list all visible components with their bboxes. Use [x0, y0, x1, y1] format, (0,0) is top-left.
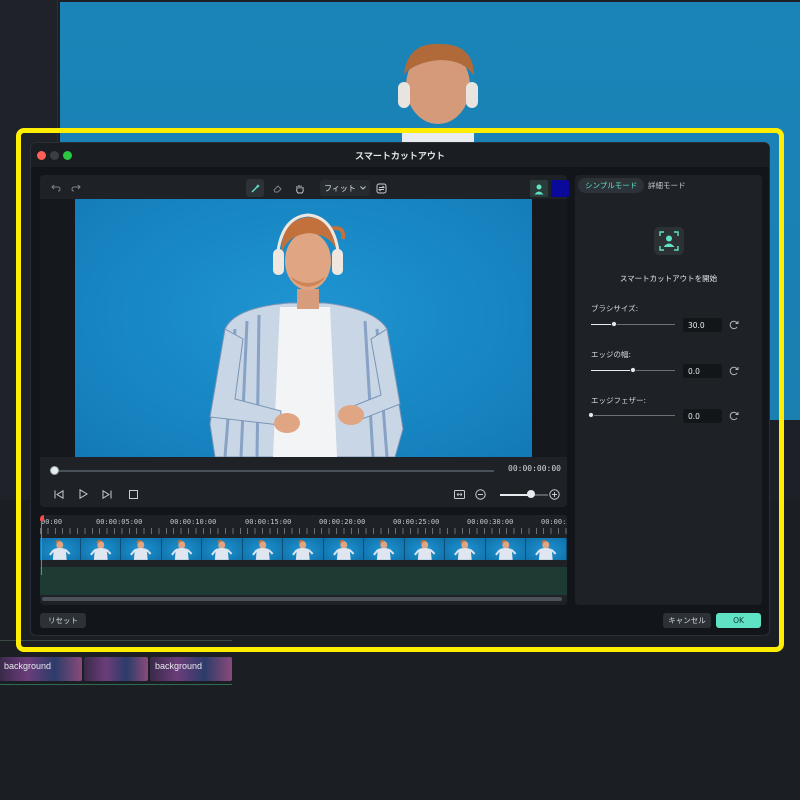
clip-label: background: [4, 661, 52, 671]
timeline-rule: [0, 684, 232, 685]
highlight-frame: [16, 128, 784, 652]
clip-label: background: [155, 661, 203, 671]
timeline-clip[interactable]: [84, 657, 148, 681]
